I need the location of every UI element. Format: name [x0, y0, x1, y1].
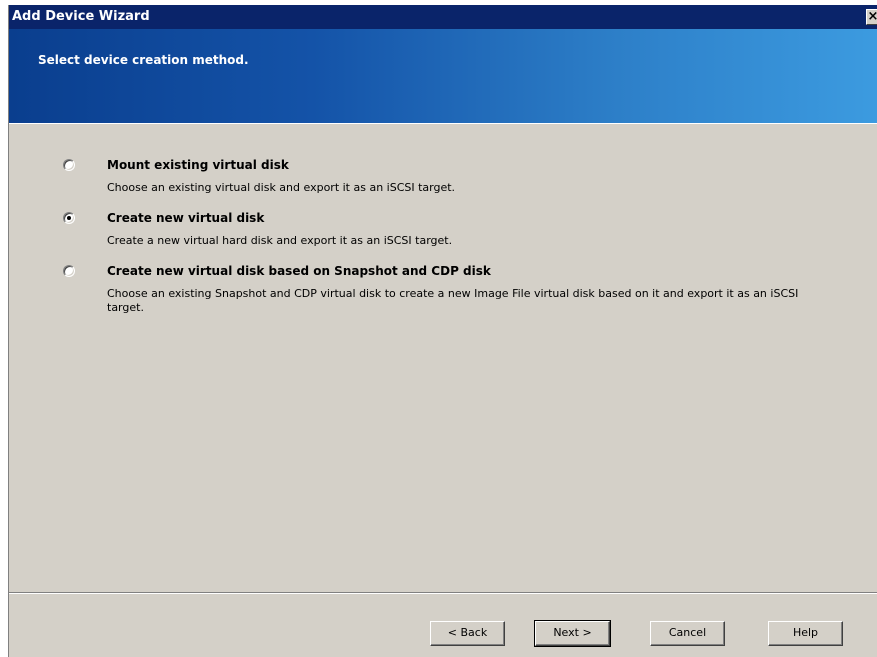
title-bar[interactable]: Add Device Wizard ×: [9, 5, 877, 29]
radio-create-new[interactable]: [63, 212, 75, 224]
add-device-wizard-window: Add Device Wizard × Select device creati…: [8, 5, 877, 657]
window-title: Add Device Wizard: [12, 9, 150, 24]
option-label[interactable]: Create new virtual disk based on Snapsho…: [107, 264, 491, 278]
wizard-header-banner: Select device creation method.: [9, 29, 877, 123]
option-label[interactable]: Mount existing virtual disk: [107, 158, 289, 172]
radio-create-from-snapshot[interactable]: [63, 265, 75, 277]
radio-mount-existing[interactable]: [63, 159, 75, 171]
help-button[interactable]: Help: [768, 621, 843, 646]
radio-selected-dot: [67, 216, 71, 220]
option-description: Choose an existing virtual disk and expo…: [107, 181, 456, 194]
option-label[interactable]: Create new virtual disk: [107, 211, 264, 225]
back-button[interactable]: < Back: [430, 621, 505, 646]
options-panel: Mount existing virtual disk Choose an ex…: [9, 123, 877, 592]
option-description: Choose an existing Snapshot and CDP virt…: [107, 287, 799, 314]
close-icon[interactable]: ×: [866, 9, 877, 25]
next-button[interactable]: Next >: [534, 620, 611, 647]
option-description: Create a new virtual hard disk and expor…: [107, 234, 453, 247]
page-title: Select device creation method.: [38, 53, 249, 67]
cancel-button[interactable]: Cancel: [650, 621, 725, 646]
wizard-footer: < Back Next > Cancel Help: [9, 592, 877, 657]
